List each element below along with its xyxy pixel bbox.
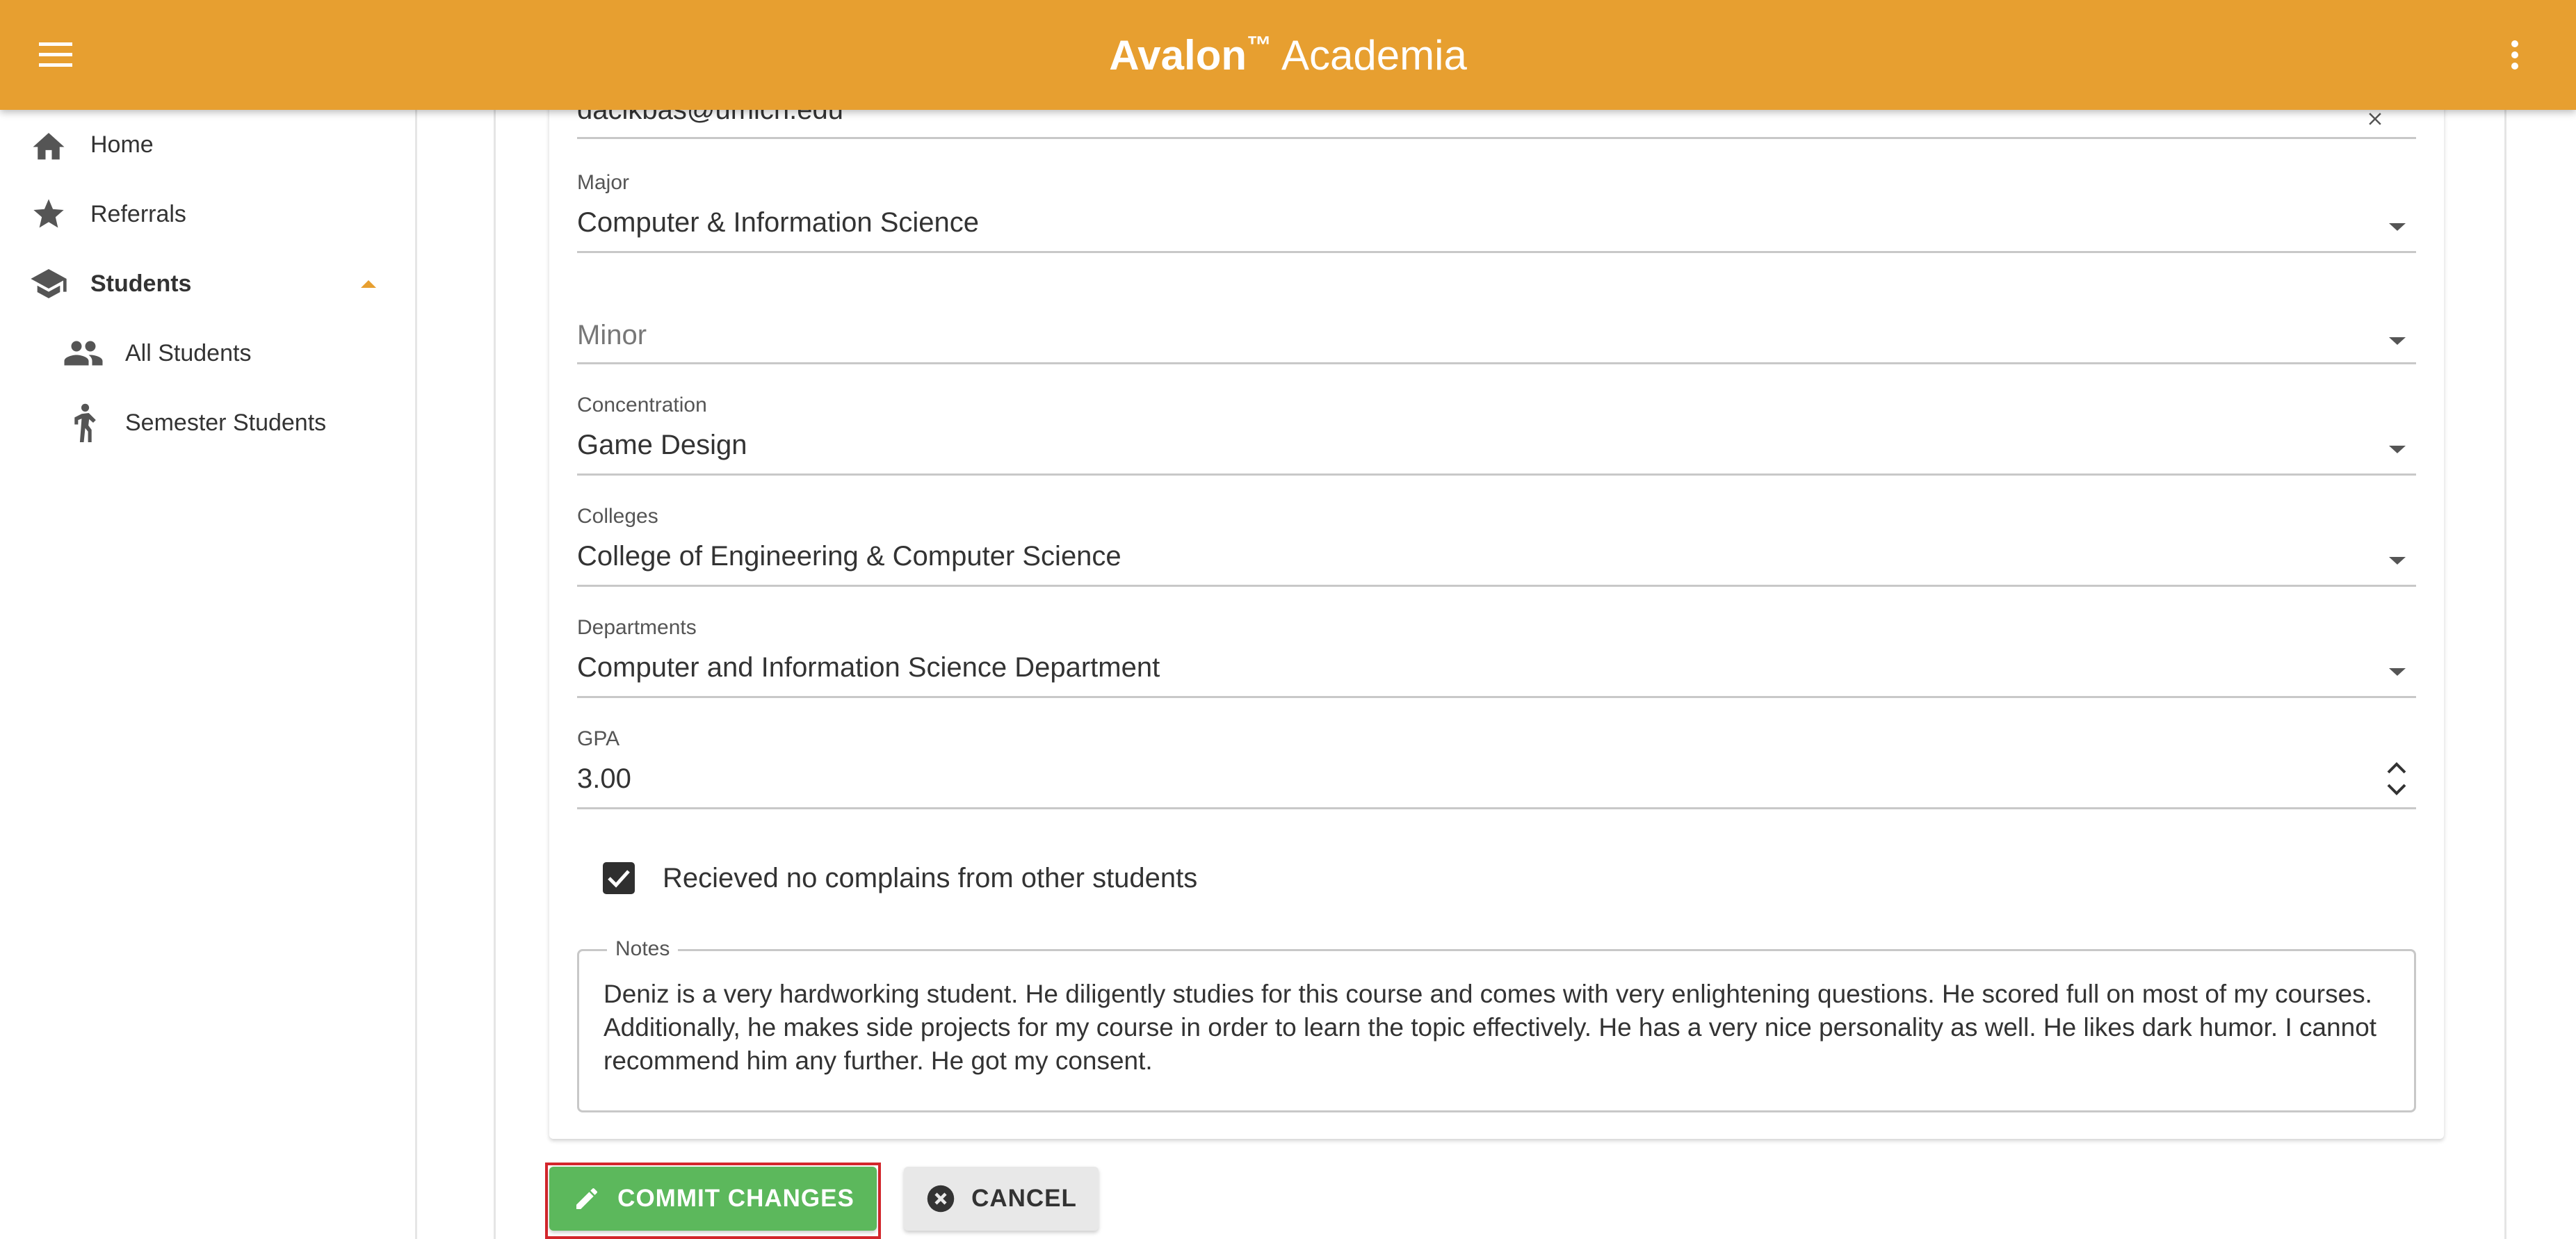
sidebar-item-semester-students[interactable]: Semester Students <box>0 388 417 457</box>
main-content: dacikbas@umich.edu Major Computer & Info… <box>417 95 2576 1239</box>
app-bar: Avalon ™ Academia <box>0 0 2576 110</box>
major-label: Major <box>577 171 630 194</box>
commit-changes-button[interactable]: COMMIT CHANGES <box>549 1167 877 1231</box>
concentration-select[interactable]: Concentration Game Design <box>577 364 2416 476</box>
departments-select[interactable]: Departments Computer and Information Sci… <box>577 587 2416 698</box>
notes-value: Deniz is a very hardworking student. He … <box>604 980 2377 1075</box>
gpa-label: GPA <box>577 727 620 750</box>
home-icon <box>28 124 70 165</box>
increment-icon[interactable] <box>2385 761 2408 776</box>
star-icon <box>28 193 70 235</box>
sidebar-item-label: Semester Students <box>125 409 327 436</box>
dropdown-arrow-icon <box>2389 668 2406 676</box>
minor-select[interactable]: Minor <box>577 253 2416 364</box>
no-complaints-checkbox-row[interactable]: Recieved no complains from other student… <box>603 854 1197 902</box>
no-complaints-label: Recieved no complains from other student… <box>663 862 1198 893</box>
clear-icon[interactable] <box>2365 108 2385 129</box>
dropdown-arrow-icon <box>2389 337 2406 345</box>
dropdown-arrow-icon <box>2389 446 2406 453</box>
pencil-icon <box>572 1183 602 1214</box>
brand-bold: Avalon <box>1109 31 1247 79</box>
brand-rest: Academia <box>1281 31 1467 79</box>
school-icon <box>28 263 70 305</box>
gpa-value: 3.00 <box>577 763 631 794</box>
cancel-button[interactable]: CANCEL <box>904 1167 1099 1231</box>
cancel-circle-icon <box>925 1183 956 1214</box>
sidebar-item-label: Home <box>90 131 154 158</box>
sidebar: Home Referrals Students All Students Sem… <box>0 110 417 1239</box>
sidebar-item-label: Students <box>90 270 192 297</box>
dropdown-arrow-icon <box>2389 557 2406 565</box>
check-icon <box>608 870 630 888</box>
departments-label: Departments <box>577 616 697 639</box>
notes-label: Notes <box>607 937 679 961</box>
gpa-input[interactable]: GPA 3.00 <box>577 698 2416 809</box>
minor-placeholder: Minor <box>577 320 647 350</box>
concentration-value: Game Design <box>577 430 747 460</box>
dropdown-arrow-icon <box>2389 223 2406 231</box>
commit-changes-label: COMMIT CHANGES <box>617 1185 854 1212</box>
email-field[interactable]: dacikbas@umich.edu <box>577 95 2416 139</box>
brand-trademark: ™ <box>1247 31 1272 59</box>
cancel-label: CANCEL <box>971 1185 1077 1212</box>
major-value: Computer & Information Science <box>577 207 980 238</box>
people-icon <box>63 332 104 374</box>
sidebar-item-label: All Students <box>125 339 252 366</box>
decrement-icon[interactable] <box>2385 782 2408 797</box>
departments-value: Computer and Information Science Departm… <box>577 652 1160 683</box>
app-title: Avalon ™ Academia <box>0 0 2576 110</box>
sidebar-item-home[interactable]: Home <box>0 110 417 179</box>
colleges-select[interactable]: Colleges College of Engineering & Comput… <box>577 476 2416 587</box>
major-select[interactable]: Major Computer & Information Science <box>577 165 2416 253</box>
sidebar-item-students[interactable]: Students <box>0 249 417 318</box>
sidebar-item-referrals[interactable]: Referrals <box>0 179 417 249</box>
chevron-up-icon <box>361 280 376 288</box>
sidebar-item-all-students[interactable]: All Students <box>0 318 417 388</box>
colleges-value: College of Engineering & Computer Scienc… <box>577 541 1121 572</box>
person-walking-icon <box>63 402 104 444</box>
more-options-button[interactable] <box>2487 27 2543 83</box>
more-vert-icon <box>2511 40 2518 70</box>
colleges-label: Colleges <box>577 505 658 528</box>
sidebar-item-label: Referrals <box>90 200 186 227</box>
concentration-label: Concentration <box>577 394 707 416</box>
notes-textarea[interactable]: Notes Deniz is a very hardworking studen… <box>577 937 2416 1112</box>
no-complaints-checkbox[interactable] <box>603 862 635 894</box>
